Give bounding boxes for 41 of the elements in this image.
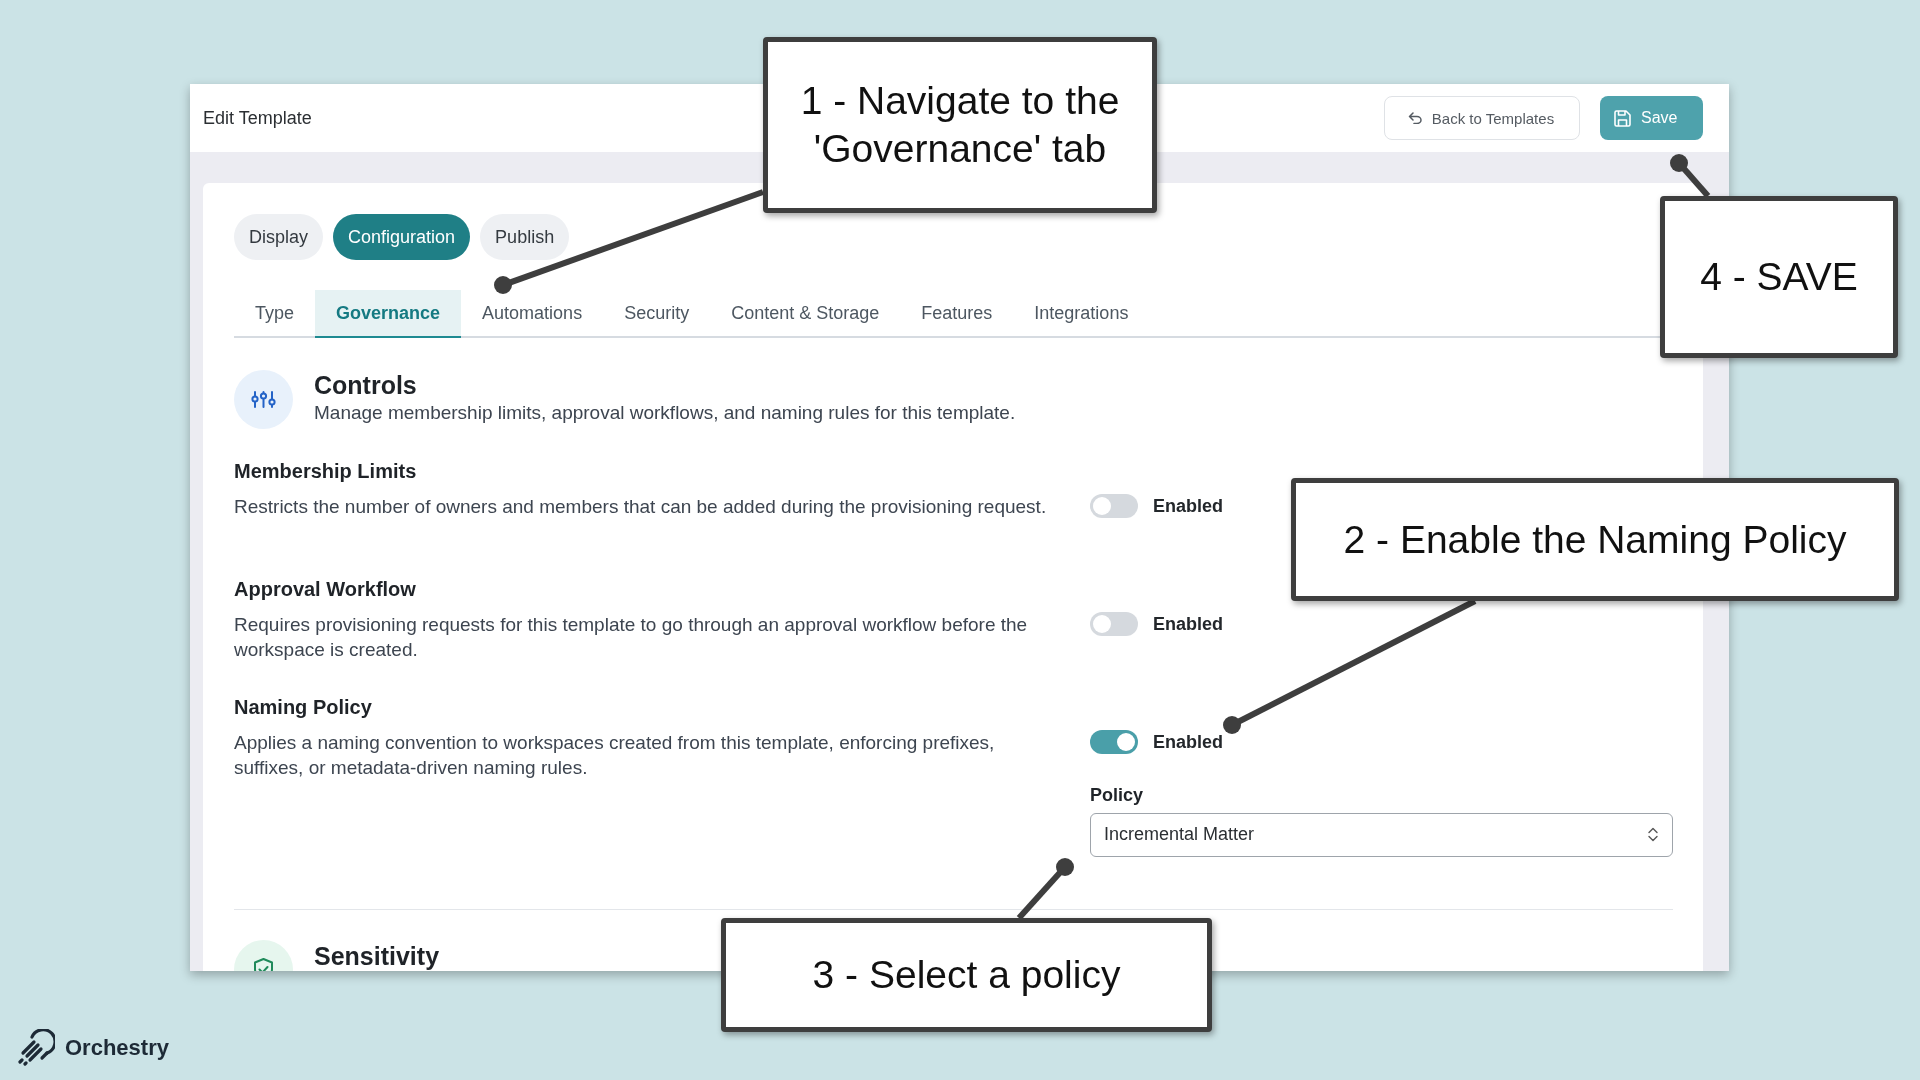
toggle-switch[interactable] (1090, 494, 1138, 518)
setting-title: Membership Limits (234, 459, 418, 483)
tab[interactable]: Automations (461, 290, 604, 338)
toggle-label: Enabled (1153, 495, 1223, 517)
back-arrow-icon (1407, 112, 1422, 124)
annotation-callout: 3 - Select a policy (721, 918, 1212, 1032)
tab[interactable]: Security (603, 290, 711, 338)
annotation-callout: 1 - Navigate to the 'Governance' tab (763, 37, 1157, 213)
tab[interactable]: Features (900, 290, 1014, 338)
shield-check-icon (234, 939, 293, 971)
callout-connector (1016, 858, 1074, 920)
tab[interactable]: Integrations (1013, 290, 1150, 338)
policy-select[interactable]: Incremental Matter (1090, 812, 1673, 857)
setting-description: Requires provisioning requests for this template to go through an approval workflow before the workspace is created. (234, 612, 1029, 662)
section-description: Manage membership limits, approval workflows, and naming rules for this template. (314, 401, 1016, 425)
toggle-switch[interactable] (1090, 612, 1138, 636)
annotation-callout: 2 - Enable the Naming Policy (1291, 478, 1899, 601)
logo-icon (18, 1029, 55, 1066)
sliders-icon (234, 370, 293, 429)
brand-name: Orchestry (65, 1034, 169, 1061)
section-title: Controls (314, 370, 418, 400)
toggle-label: Enabled (1153, 731, 1223, 753)
window-title: Edit Template (203, 107, 312, 129)
callout-connector (1670, 154, 1711, 198)
back-button[interactable]: Back to Templates (1384, 96, 1580, 140)
setting-description: Applies a naming convention to workspaces created from this template, enforcing prefixes, suffixes, or metadata-driven naming rules. (234, 730, 996, 780)
annotation-callout: 4 - SAVE (1660, 196, 1898, 358)
setting-description: Restricts the number of owners and members that can be added during the provisioning request. (234, 494, 1048, 519)
tab[interactable]: Content & Storage (710, 290, 901, 338)
field-label: Policy (1090, 784, 1145, 805)
chevron-updown-icon (1648, 827, 1658, 842)
setting-title: Approval Workflow (234, 577, 417, 601)
pill-tab[interactable]: Publish (480, 214, 570, 260)
tab[interactable]: Type (234, 290, 316, 338)
pill-tab[interactable]: Display (234, 214, 324, 260)
toggle-label: Enabled (1153, 613, 1223, 635)
toggle-switch[interactable] (1090, 730, 1138, 754)
tab[interactable]: Governance (315, 290, 462, 338)
section-title: Sensitivity (314, 941, 440, 970)
setting-title: Naming Policy (234, 695, 373, 719)
pill-tab[interactable]: Configuration (333, 214, 471, 260)
